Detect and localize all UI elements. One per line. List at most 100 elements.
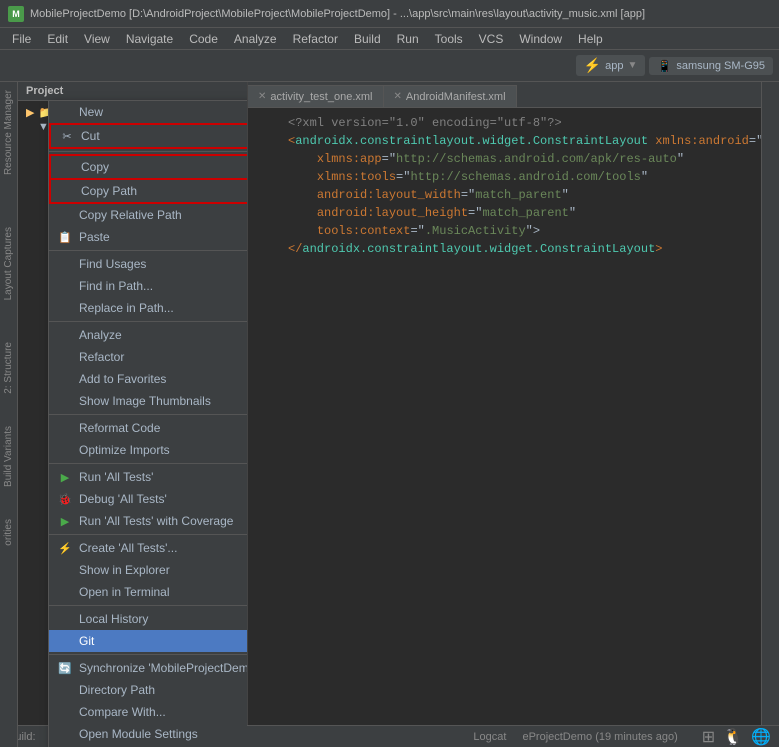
find-path-icon [57, 278, 73, 294]
module-settings-icon [57, 726, 73, 742]
app-label: app [605, 60, 623, 72]
separator-7 [49, 605, 248, 606]
ctx-run-all-tests[interactable]: ▶ Run 'All Tests' [49, 466, 248, 488]
code-line-7: tools:context=".MusicActivity"> [254, 222, 773, 240]
menu-view[interactable]: View [76, 30, 118, 48]
menu-window[interactable]: Window [511, 30, 570, 48]
tab-activity-test[interactable]: ✕ activity_test_one.xml [248, 85, 384, 107]
ctx-add-favorites[interactable]: Add to Favorites ▶ [49, 368, 248, 390]
create-tests-icon: ⚡ [57, 540, 73, 556]
tab-android-manifest[interactable]: ✕ AndroidManifest.xml [384, 85, 517, 107]
menu-vcs[interactable]: VCS [471, 30, 512, 48]
dir-path-icon [57, 682, 73, 698]
menu-analyze[interactable]: Analyze [226, 30, 285, 48]
ctx-replace-in-path[interactable]: Replace in Path... Ctrl+Shift+R [49, 297, 248, 319]
ctx-run-coverage[interactable]: ▶ Run 'All Tests' with Coverage [49, 510, 248, 532]
layout-captures-tab[interactable]: Layout Captures [1, 223, 16, 304]
menu-help[interactable]: Help [570, 30, 611, 48]
app-selector[interactable]: ⚡ app ▼ [576, 55, 646, 76]
ctx-git[interactable]: Git ▶ [49, 630, 248, 652]
ctx-synchronize[interactable]: 🔄 Synchronize 'MobileProjectDemo' [49, 657, 248, 679]
menu-navigate[interactable]: Navigate [118, 30, 181, 48]
taskbar-icon-3[interactable]: 🌐 [751, 727, 771, 747]
ctx-create-tests[interactable]: ⚡ Create 'All Tests'... [49, 537, 248, 559]
menu-run[interactable]: Run [389, 30, 427, 48]
ctx-directory-path[interactable]: Directory Path Ctrl+Alt+F12 [49, 679, 248, 701]
favorites-tab[interactable]: orities [1, 515, 16, 550]
ctx-local-history[interactable]: Local History ▶ [49, 608, 248, 630]
find-icon [57, 256, 73, 272]
refactor-icon [57, 349, 73, 365]
editor-content: <?xml version="1.0" encoding="utf-8"?> <… [248, 108, 779, 747]
favorites-icon [57, 371, 73, 387]
logcat-label[interactable]: Logcat [473, 731, 506, 743]
copy-path-icon [59, 183, 75, 199]
ctx-new[interactable]: New ▶ [49, 101, 248, 123]
menu-bar: File Edit View Navigate Code Analyze Ref… [0, 28, 779, 50]
menu-code[interactable]: Code [181, 30, 226, 48]
ctx-cut[interactable]: ✂ Cut Ctrl+X [49, 123, 248, 149]
optimize-icon [57, 442, 73, 458]
ctx-open-terminal[interactable]: Open in Terminal [49, 581, 248, 603]
structure-tab[interactable]: 2: Structure [1, 338, 16, 398]
ctx-compare-with[interactable]: Compare With... Ctrl+D [49, 701, 248, 723]
thumbnail-icon [57, 393, 73, 409]
code-line-4: xlmns:tools="http://schemas.android.com/… [254, 168, 773, 186]
separator-4 [49, 414, 248, 415]
ctx-paste[interactable]: 📋 Paste Ctrl+V [49, 226, 248, 248]
right-panel [761, 82, 779, 725]
ctx-reformat[interactable]: Reformat Code Ctrl+Alt+L [49, 417, 248, 439]
separator-2 [49, 250, 248, 251]
separator-5 [49, 463, 248, 464]
ctx-copy[interactable]: Copy Ctrl+C [49, 154, 248, 180]
resource-manager-tab[interactable]: Resource Manager [1, 86, 16, 179]
ctx-show-thumbnails[interactable]: Show Image Thumbnails Ctrl+Shift+T [49, 390, 248, 412]
ctx-optimize-imports[interactable]: Optimize Imports Ctrl+Alt+O [49, 439, 248, 461]
menu-build[interactable]: Build [346, 30, 389, 48]
ctx-copy-path[interactable]: Copy Path Ctrl+Shift+C [49, 180, 248, 204]
menu-tools[interactable]: Tools [427, 30, 471, 48]
separator-1 [49, 151, 248, 152]
editor-tabs: ✕ activity_test_one.xml ✕ AndroidManifes… [248, 82, 779, 108]
taskbar-icon-1[interactable]: ⊞ [702, 727, 715, 747]
context-menu-left: New ▶ ✂ Cut Ctrl+X Copy Ctrl+C [48, 100, 248, 747]
run-icon: ▶ [57, 469, 73, 485]
toolbar: ⚡ app ▼ 📱 samsung SM-G95 [0, 50, 779, 82]
code-line-6: android:layout_height="match_parent" [254, 204, 773, 222]
new-icon [57, 104, 73, 120]
ctx-show-explorer[interactable]: Show in Explorer [49, 559, 248, 581]
menu-edit[interactable]: Edit [39, 30, 76, 48]
taskbar-icon-2[interactable]: 🐧 [723, 727, 743, 747]
copy-relative-icon [57, 207, 73, 223]
separator-8 [49, 654, 248, 655]
ctx-find-usages[interactable]: Find Usages Alt+F7 [49, 253, 248, 275]
device-selector[interactable]: 📱 samsung SM-G95 [649, 57, 773, 75]
menu-file[interactable]: File [4, 30, 39, 48]
menu-refactor[interactable]: Refactor [285, 30, 346, 48]
app-icon: M [8, 6, 24, 22]
ctx-find-in-path[interactable]: Find in Path... Ctrl+Shift+F [49, 275, 248, 297]
reformat-icon [57, 420, 73, 436]
code-line-1: <?xml version="1.0" encoding="utf-8"?> [254, 114, 773, 132]
main-layout: Resource Manager Layout Captures 2: Stru… [0, 82, 779, 747]
project-panel: Project ▶ 📁 Pro ▼ M New ▶ [18, 82, 248, 747]
title-bar: M MobileProjectDemo [D:\AndroidProject\M… [0, 0, 779, 28]
title-text: MobileProjectDemo [D:\AndroidProject\Mob… [30, 8, 645, 20]
run-coverage-icon: ▶ [57, 513, 73, 529]
code-line-5: android:layout_width="match_parent" [254, 186, 773, 204]
ctx-open-module-settings[interactable]: Open Module Settings F4 [49, 723, 248, 745]
side-panel-labels: Resource Manager Layout Captures 2: Stru… [0, 82, 18, 747]
project-info: eProjectDemo (19 minutes ago) [522, 731, 677, 743]
git-icon [57, 633, 73, 649]
ctx-debug-all-tests[interactable]: 🐞 Debug 'All Tests' [49, 488, 248, 510]
sync-icon: 🔄 [57, 660, 73, 676]
code-line-9: </androidx.constraintlayout.widget.Const… [254, 240, 773, 258]
terminal-icon [57, 584, 73, 600]
replace-icon [57, 300, 73, 316]
ctx-analyze[interactable]: Analyze ▶ [49, 324, 248, 346]
code-line-2: <androidx.constraintlayout.widget.Constr… [254, 132, 773, 150]
build-variants-tab[interactable]: Build Variants [1, 422, 16, 491]
separator-6 [49, 534, 248, 535]
ctx-refactor[interactable]: Refactor ▶ [49, 346, 248, 368]
ctx-copy-relative-path[interactable]: Copy Relative Path Ctrl+Alt+Shift+C [49, 204, 248, 226]
